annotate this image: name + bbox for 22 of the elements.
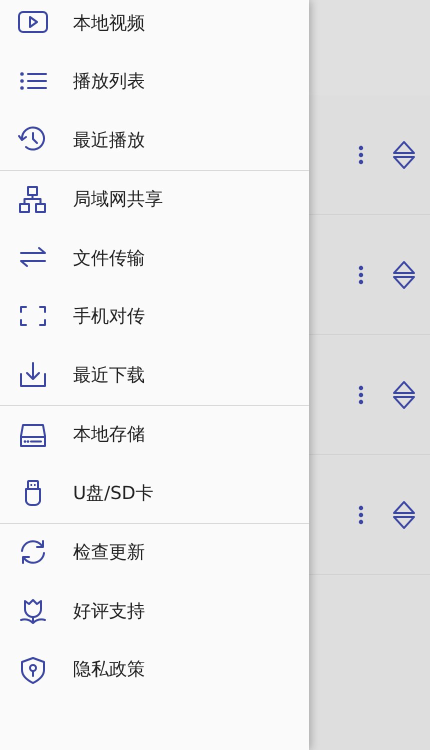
flower-icon	[17, 596, 49, 626]
menu-item[interactable]: 本地存储	[0, 406, 309, 464]
menu-item[interactable]: 检查更新	[0, 524, 309, 582]
menu-item[interactable]: 好评支持	[0, 582, 309, 640]
more-icon[interactable]	[358, 504, 364, 524]
menu-item[interactable]: 手机对传	[0, 288, 309, 346]
reorder-icon[interactable]	[392, 500, 416, 530]
more-icon[interactable]	[358, 144, 364, 164]
network-icon	[17, 184, 49, 215]
more-icon[interactable]	[358, 264, 364, 284]
reorder-icon[interactable]	[392, 140, 416, 170]
menu-item[interactable]: U盘/SD卡	[0, 464, 309, 522]
menu-item[interactable]: 隐私政策	[0, 640, 309, 699]
reorder-icon[interactable]	[392, 380, 416, 410]
more-icon[interactable]	[358, 384, 364, 404]
menu-item[interactable]: 本地视频	[0, 0, 309, 52]
reorder-icon[interactable]	[392, 260, 416, 290]
menu-item[interactable]: 最近下载	[0, 346, 309, 404]
menu-item[interactable]: 文件传输	[0, 229, 309, 288]
menu-item[interactable]: 最近播放	[0, 111, 309, 170]
menu-item[interactable]: 播放列表	[0, 52, 309, 111]
menu-item[interactable]: 局域网共享	[0, 170, 309, 229]
